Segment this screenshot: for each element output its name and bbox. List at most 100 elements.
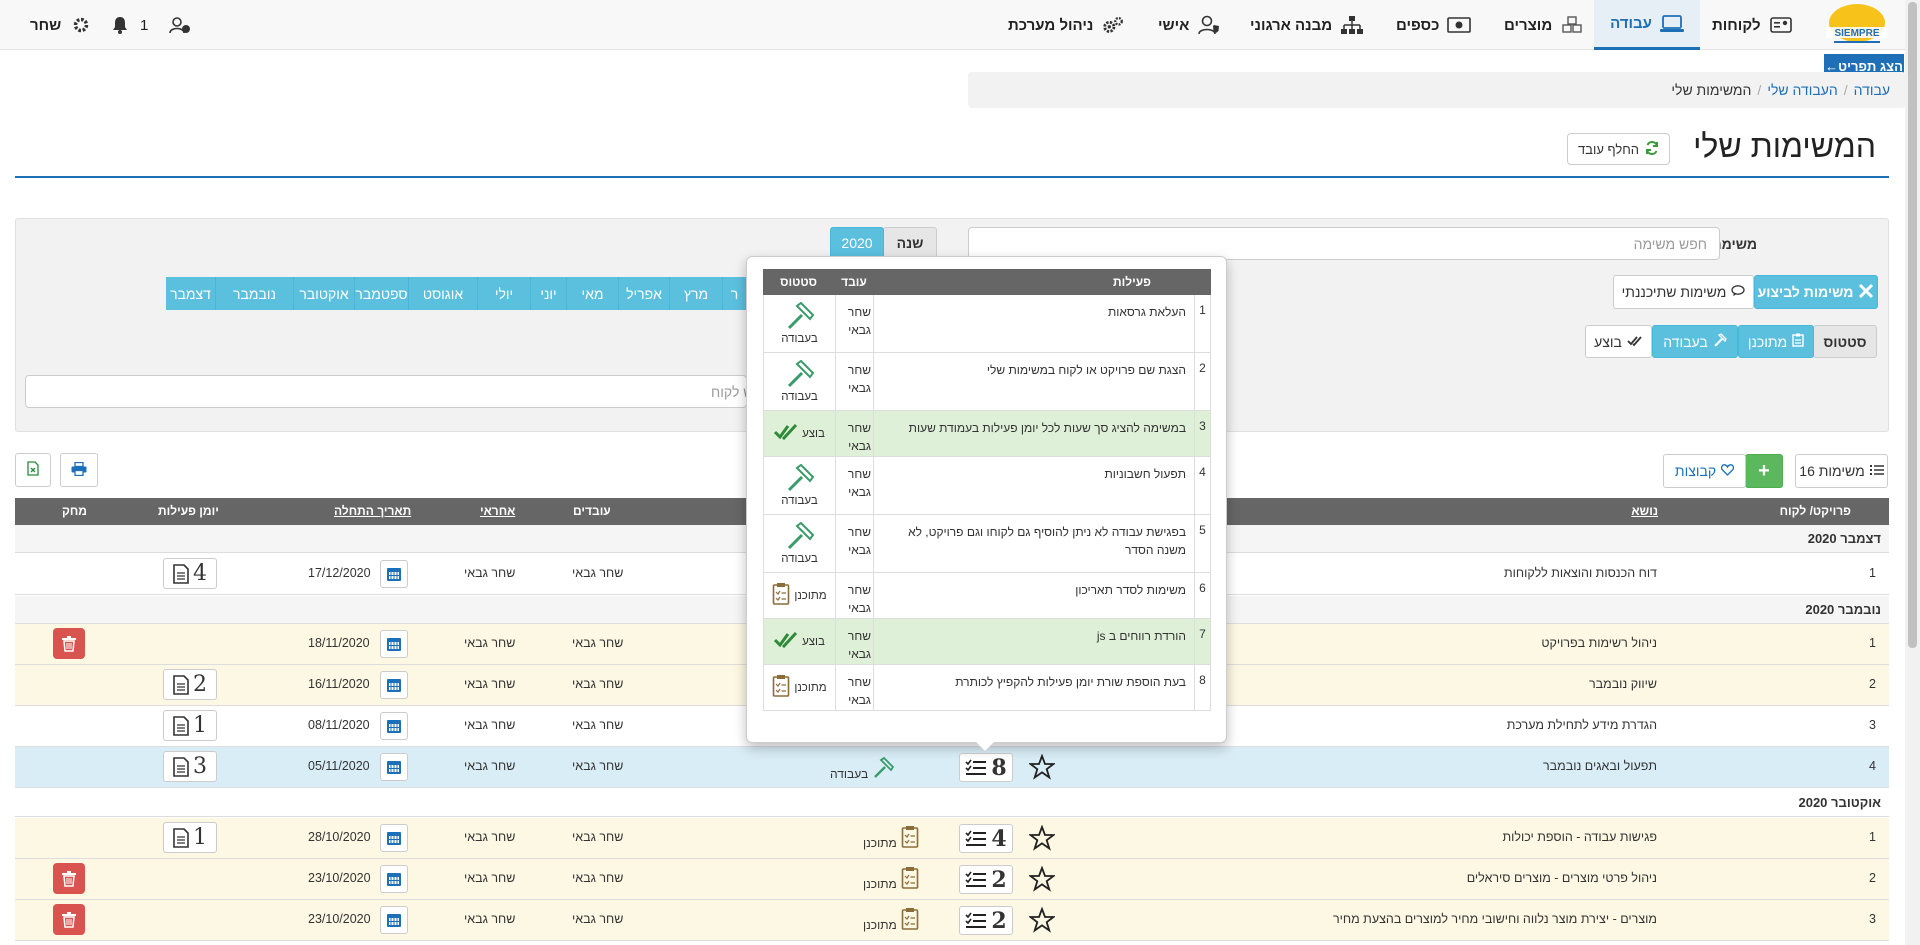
row-subject[interactable]: הגדרת מידע לתחילת מערכת	[1507, 718, 1657, 732]
calendar-icon[interactable]	[380, 824, 408, 852]
nav-customers[interactable]: לקוחות	[1700, 0, 1805, 50]
month-february-partial[interactable]: ר	[723, 277, 747, 310]
popover-activity-row[interactable]: 4 תפעול חשבוניות שחר גבאי בעבודה	[763, 457, 1211, 515]
header-responsible[interactable]: אחראי	[480, 504, 515, 518]
calendar-icon[interactable]	[380, 753, 408, 781]
activities-button[interactable]: 4	[959, 824, 1013, 853]
gear-icon	[69, 15, 93, 35]
month-november[interactable]: נובמבר	[216, 277, 294, 310]
switch-employee-button[interactable]: החלף עובד	[1567, 133, 1670, 165]
table-row[interactable]: 1 פגישות עבודה - הוספת יכולות 4 מתוכנן ש…	[15, 818, 1889, 859]
star-icon[interactable]	[1027, 865, 1057, 894]
refresh-icon	[1645, 140, 1659, 158]
row-responsible: שחר גבאי	[464, 912, 516, 926]
popover-activity-row[interactable]: 1 העלאת גרסאות שחר גבאי בעבודה	[763, 295, 1211, 353]
calendar-icon[interactable]	[380, 560, 408, 588]
row-subject[interactable]: ניהול רשימות בפרויקט	[1541, 636, 1657, 650]
star-icon[interactable]	[1027, 906, 1057, 935]
month-august[interactable]: אוגוסט	[409, 277, 478, 310]
month-march[interactable]: מרץ	[670, 277, 723, 310]
svg-text:SIEMPRE: SIEMPRE	[1834, 28, 1879, 39]
nav-products[interactable]: מוצרים	[1492, 0, 1596, 50]
table-row[interactable]: 3 מוצרים - יצירת מוצר נלווה וחישובי מחיר…	[15, 900, 1889, 941]
row-subject[interactable]: פגישות עבודה - הוספת יכולות	[1502, 830, 1657, 844]
activities-button[interactable]: 8	[959, 753, 1013, 782]
row-subject[interactable]: מוצרים - יצירת מוצר נלווה וחישובי מחיר ל…	[1333, 912, 1657, 926]
popover-activity-row[interactable]: 5 בפגישת עבודה לא ניתן להוסיף גם לקוחו וג…	[763, 515, 1211, 573]
popover-activity-row[interactable]: 2 הצגת שם פרויקט או לקוח במשימות שלי שחר ג…	[763, 353, 1211, 411]
activity-log-button[interactable]: 4	[163, 558, 217, 589]
month-june[interactable]: יוני	[531, 277, 567, 310]
groups-button[interactable]: קבוצות	[1663, 454, 1746, 488]
popover-activity-row[interactable]: 8 בעת הוספת שורת יומן פעילות להקפיץ לכותר…	[763, 665, 1211, 711]
status-planned-button[interactable]: מתוכנן	[1738, 325, 1814, 358]
month-july[interactable]: יולי	[478, 277, 531, 310]
calendar-icon[interactable]	[380, 671, 408, 699]
tasks-to-do-button[interactable]: משימות לביצוע	[1754, 275, 1878, 309]
month-april[interactable]: אפריל	[619, 277, 670, 310]
header-start-date[interactable]: תאריך התחלה	[334, 504, 411, 518]
popover-activity-row[interactable]: 3 במשימה להציג סך שעות לכל יומן פעילות בע…	[763, 411, 1211, 457]
row-subject[interactable]: תפעול ובאגים נובמבר	[1543, 759, 1657, 773]
hammer-icon	[785, 301, 815, 333]
delete-button[interactable]	[53, 904, 85, 935]
export-excel-button[interactable]	[15, 453, 51, 487]
user-name: שחר	[30, 16, 62, 34]
status-done-button[interactable]: בוצע	[1585, 325, 1652, 358]
nav-work[interactable]: עבודה	[1594, 0, 1700, 50]
scrollbar-thumb[interactable]	[1908, 2, 1917, 648]
customer-search-input[interactable]: ש לקוח	[25, 375, 754, 408]
row-subject[interactable]: דוח הכנסות והוצאות ללקוחות	[1504, 566, 1657, 580]
month-december[interactable]: דצמבר	[166, 277, 216, 310]
calendar-icon[interactable]	[380, 712, 408, 740]
row-responsible: שחר גבאי	[464, 677, 516, 691]
notifications-button[interactable]: 1	[96, 0, 160, 50]
table-row-selected[interactable]: 4 תפעול ובאגים נובמבר 8 בעבודה שחר גבאי …	[15, 747, 1889, 788]
status-working-label: בעבודה	[1663, 333, 1708, 350]
calendar-icon[interactable]	[380, 906, 408, 934]
year-select[interactable]: 2020	[830, 227, 884, 259]
header-subject[interactable]: נושא	[1631, 504, 1658, 518]
row-subject[interactable]: ניהול פרטי מוצרים - מוצרים סיראלים	[1467, 871, 1657, 885]
breadcrumb-work[interactable]: עבודה	[1854, 82, 1890, 98]
user-menu[interactable]: שחר	[18, 0, 105, 50]
add-task-button[interactable]: +	[1745, 454, 1783, 488]
table-row[interactable]: 2 ניהול פרטי מוצרים - מוצרים סיראלים 2 מ…	[15, 859, 1889, 900]
month-may[interactable]: מאי	[567, 277, 619, 310]
row-date: 18/11/2020	[308, 636, 370, 650]
row-responsible: שחר גבאי	[464, 718, 516, 732]
calendar-icon[interactable]	[380, 630, 408, 658]
nav-personal[interactable]: אישי	[1146, 0, 1233, 50]
print-button[interactable]	[60, 453, 98, 487]
activity-employee: שחר גבאי	[835, 353, 875, 410]
status-working-button[interactable]: בעבודה	[1652, 325, 1738, 358]
month-october[interactable]: אוקטובר	[294, 277, 355, 310]
laptop-icon	[1659, 14, 1684, 34]
siempre-logo[interactable]: SIEMPRE	[1826, 3, 1888, 48]
breadcrumb-my-work[interactable]: העבודה שלי	[1767, 82, 1837, 98]
month-september[interactable]: ספטמבר	[355, 277, 409, 310]
activities-button[interactable]: 2	[959, 906, 1013, 935]
nav-org-structure[interactable]: מבנה ארגוני	[1238, 0, 1376, 50]
activity-log-button[interactable]: 3	[163, 751, 217, 782]
popover-activity-row[interactable]: 6 משימות לסדר תאריכון שחר גבאי מתוכנן	[763, 573, 1211, 619]
row-subject[interactable]: שיווק נובמבר	[1589, 677, 1657, 691]
nav-finance[interactable]: כספים	[1384, 0, 1483, 50]
delete-button[interactable]	[53, 863, 85, 894]
star-icon[interactable]	[1027, 824, 1057, 853]
activity-number: 4	[1194, 457, 1210, 514]
activity-log-button[interactable]: 1	[163, 710, 217, 741]
activity-log-button[interactable]: 1	[163, 822, 217, 853]
nav-system-admin[interactable]: ניהול מערכת	[996, 0, 1137, 50]
planned-tasks-button[interactable]: משימות שתיכננתי	[1613, 275, 1754, 309]
breadcrumb-separator: /	[1757, 82, 1762, 98]
user-status-button[interactable]	[156, 0, 204, 50]
star-icon[interactable]	[1027, 753, 1057, 782]
popover-activity-row[interactable]: 7 הורדת רווחים ב js שחר גבאי בוצע	[763, 619, 1211, 665]
calendar-icon[interactable]	[380, 865, 408, 893]
activities-button[interactable]: 2	[959, 865, 1013, 894]
row-responsible: שחר גבאי	[464, 759, 516, 773]
tasks-to-do-label: משימות לביצוע	[1757, 284, 1854, 300]
activity-log-button[interactable]: 2	[163, 669, 217, 700]
delete-button[interactable]	[53, 628, 85, 659]
